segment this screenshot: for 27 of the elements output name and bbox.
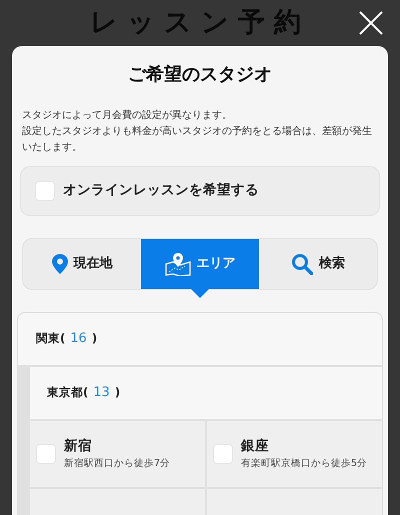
studio-access: 有楽町駅京橋口から徒歩5分 — [241, 456, 368, 471]
tab[interactable]: 検索 — [259, 238, 377, 289]
region-name: 関東( — [36, 330, 66, 347]
map-pin-icon — [164, 252, 190, 276]
prefecture-name: 東京都( — [47, 384, 88, 401]
studio-name: 新宿 — [64, 437, 93, 456]
modal-title: ご希望のスタジオ — [127, 64, 273, 86]
studio-card[interactable]: 新宿 新宿駅西口から徒歩7分 — [30, 420, 205, 487]
prefecture-row[interactable]: 東京都( 13 ) — [30, 366, 382, 419]
online-option[interactable]: オンラインレッスンを希望する — [20, 166, 380, 216]
prefecture-paren: ) — [114, 384, 120, 401]
studio-access: 新宿駅西口から徒歩7分 — [64, 456, 170, 471]
studio-card[interactable]: 銀座 有楽町駅京橋口から徒歩5分 — [207, 420, 382, 487]
notice-text: スタジオによって月会費の設定が異なります。 — [21, 108, 233, 123]
checkbox[interactable] — [35, 180, 55, 201]
checkbox[interactable] — [213, 444, 233, 464]
checkbox[interactable] — [36, 444, 56, 464]
region-count: 16 — [70, 330, 87, 348]
prefecture-count: 13 — [93, 384, 110, 402]
pin-icon — [52, 254, 68, 274]
studio-name: 銀座 — [241, 437, 270, 456]
region-paren: ) — [92, 330, 98, 347]
online-option-label: オンラインレッスンを希望する — [63, 181, 259, 200]
tab[interactable]: 現在地 — [23, 238, 141, 289]
region-row[interactable]: 関東( 16 ) — [18, 312, 382, 365]
notice-text: 設定したスタジオよりも料金が高いスタジオの予約をとる場合は、差額が発生いたします。 — [21, 124, 373, 155]
search-icon — [291, 252, 313, 275]
